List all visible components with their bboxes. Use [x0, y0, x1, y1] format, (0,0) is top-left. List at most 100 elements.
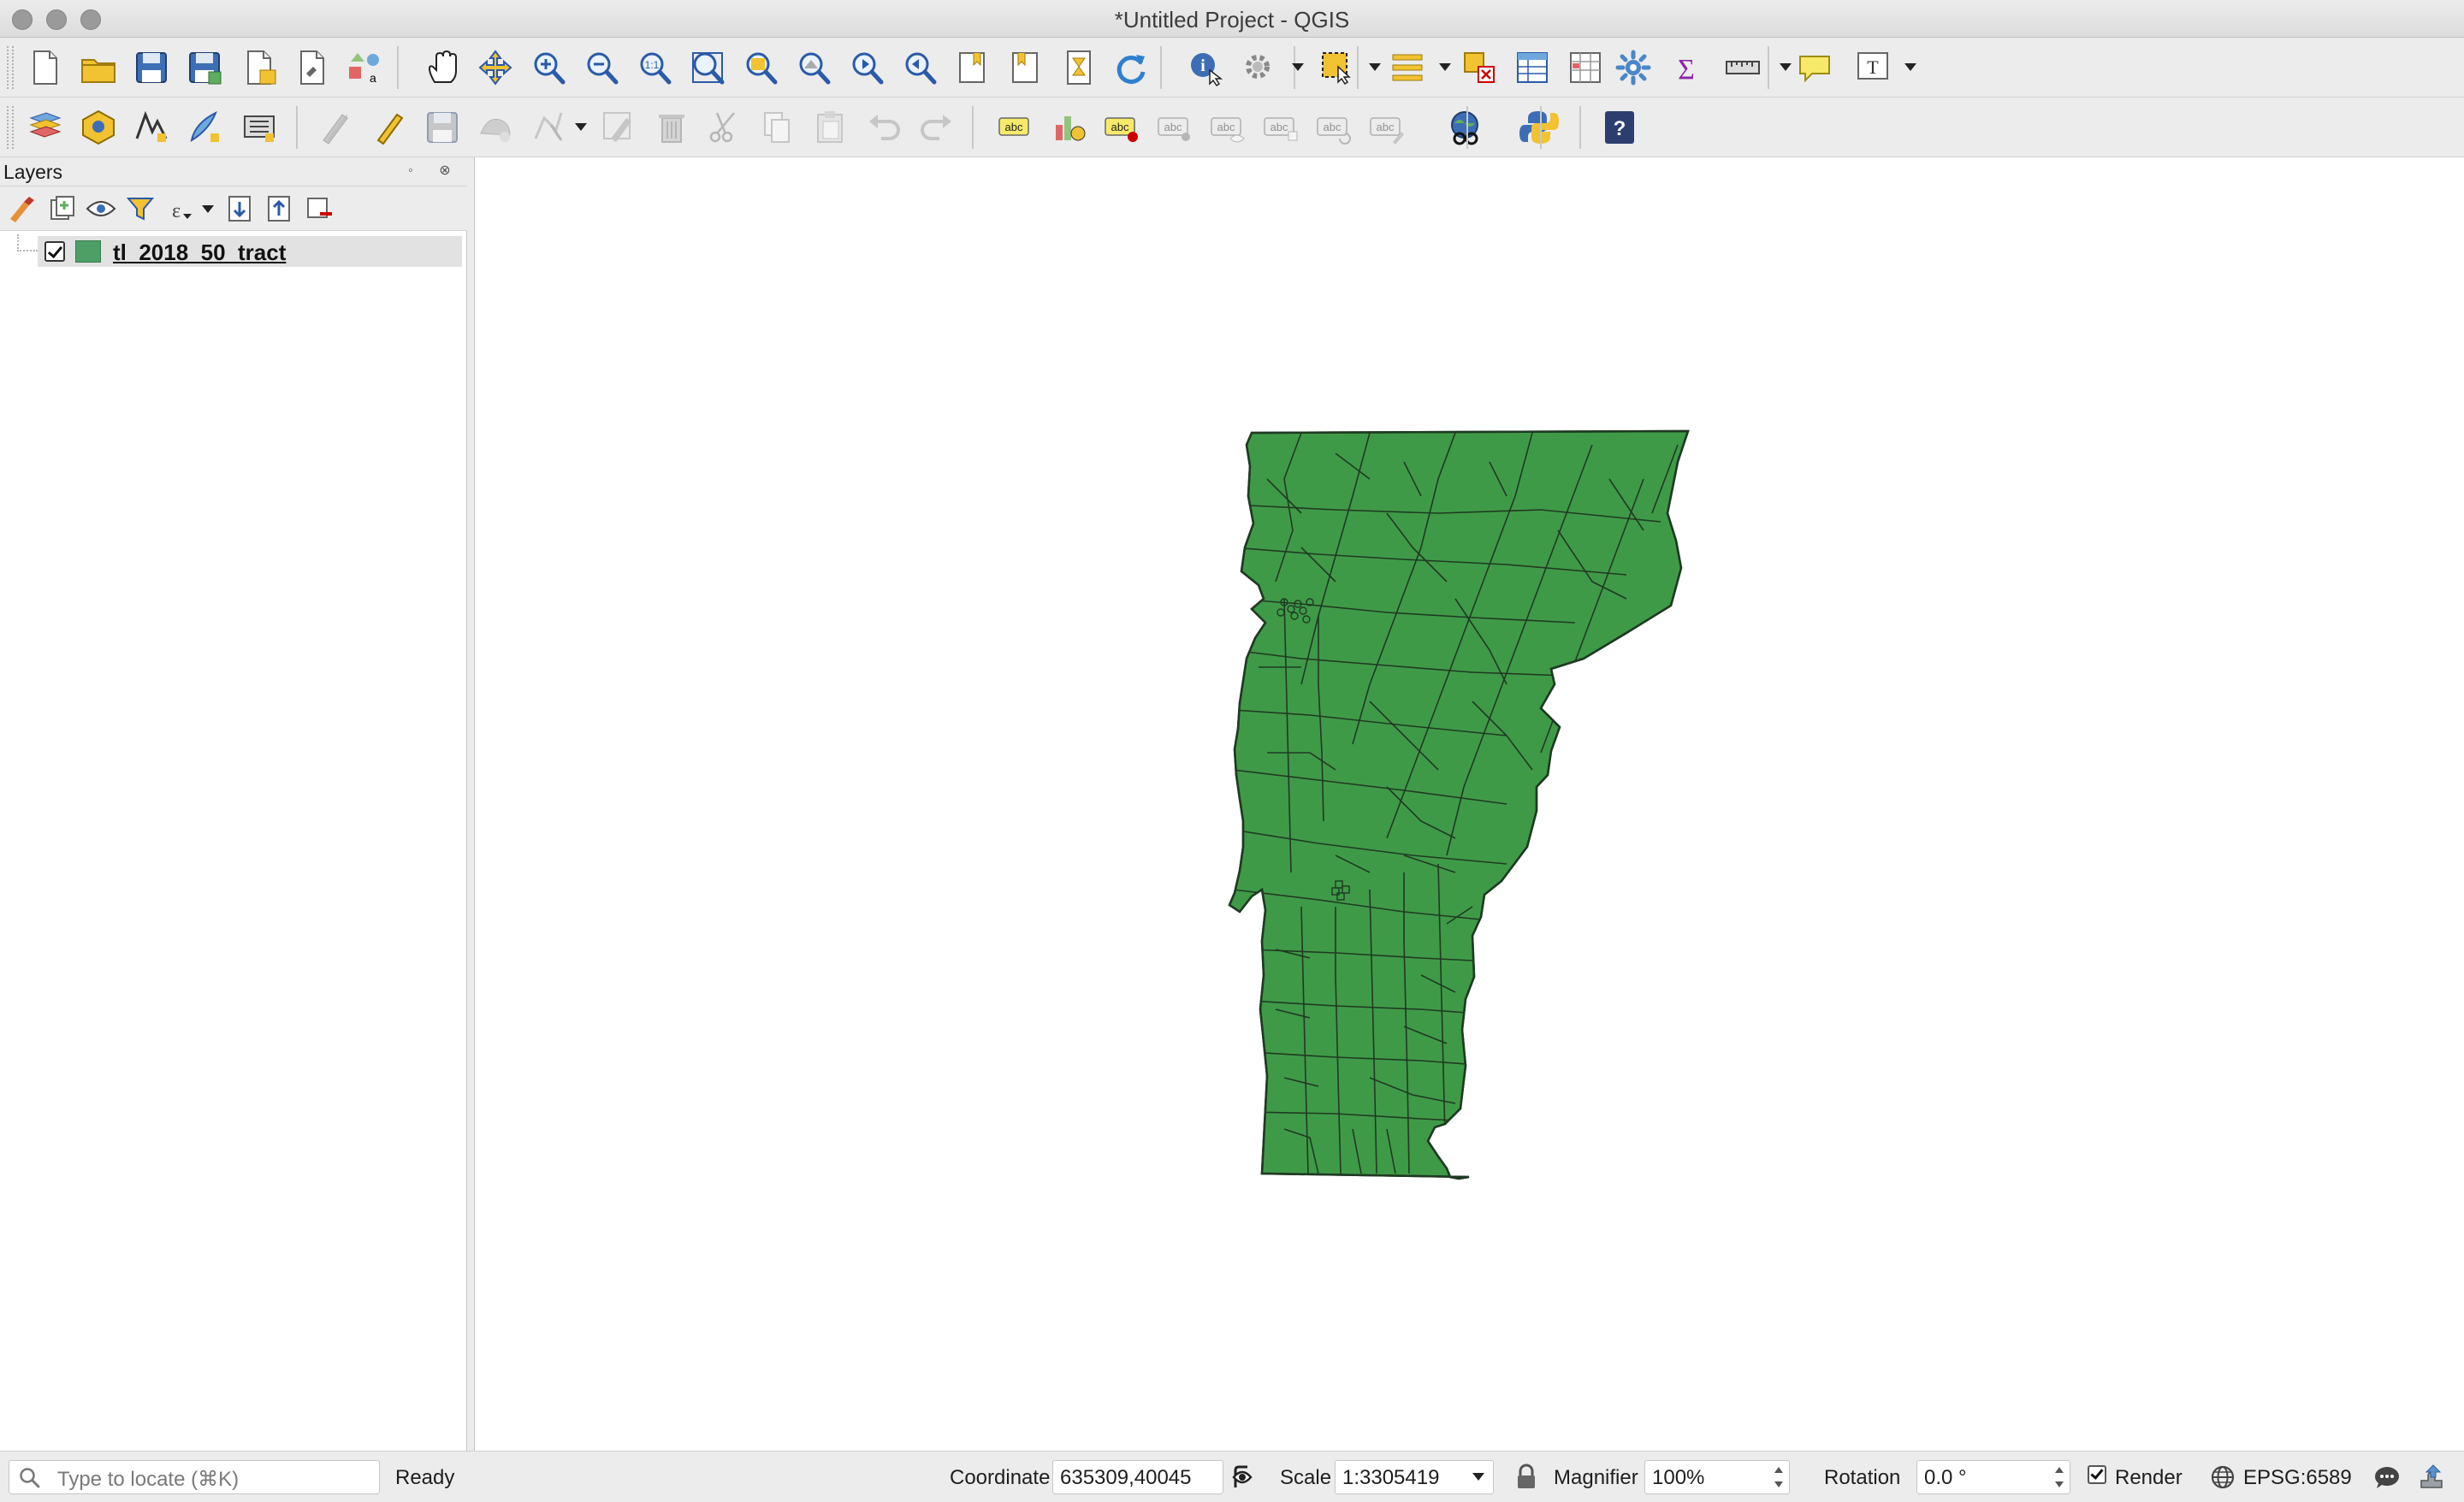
diagram-tool-button[interactable]: [1049, 108, 1088, 147]
lock-icon[interactable]: [1511, 1462, 1542, 1493]
new-virtual-layer-button[interactable]: [240, 108, 279, 147]
zoom-full-button[interactable]: [688, 48, 727, 87]
data-source-manager-button[interactable]: [26, 108, 65, 147]
attribute-table-button[interactable]: [1513, 48, 1552, 87]
style-manager-button[interactable]: a: [344, 48, 383, 87]
zoom-next-button[interactable]: [900, 48, 939, 87]
zoom-to-layer-button[interactable]: [794, 48, 833, 87]
python-console-button[interactable]: [1519, 108, 1559, 147]
style-panel-button[interactable]: [7, 193, 38, 224]
text-annotation-button[interactable]: T: [1853, 48, 1892, 87]
help-button[interactable]: ?: [1600, 108, 1639, 147]
zoom-native-button[interactable]: 1:1: [635, 48, 674, 87]
zoom-in-button[interactable]: [529, 48, 568, 87]
zoom-last-icon: [847, 48, 886, 87]
filter-dropdown[interactable]: [202, 205, 214, 213]
save-edits-button[interactable]: [423, 108, 462, 147]
annotation-dropdown[interactable]: [1904, 63, 1916, 71]
run-action-dropdown[interactable]: [1292, 63, 1304, 71]
expand-all-button[interactable]: [224, 193, 255, 224]
new-temporary-layer-button[interactable]: [185, 108, 224, 147]
select-features-icon: [1318, 48, 1357, 87]
toggle-extents-icon[interactable]: [1227, 1462, 1258, 1493]
rotation-spinbox[interactable]: 0.0 °: [1916, 1460, 2070, 1494]
undo-button[interactable]: [864, 108, 903, 147]
statistics-button[interactable]: Σ: [1667, 48, 1706, 87]
zoom-to-selection-button[interactable]: [741, 48, 780, 87]
save-project-button[interactable]: [132, 48, 171, 87]
copy-features-button[interactable]: [758, 108, 797, 147]
toggle-editing-button[interactable]: [370, 108, 409, 147]
pan-to-selection-button[interactable]: [476, 48, 515, 87]
identify-button[interactable]: i: [1186, 48, 1225, 87]
map-tips-button[interactable]: [1795, 48, 1834, 87]
metasearch-button[interactable]: [1446, 108, 1485, 147]
new-geopackage-layer-button[interactable]: [79, 108, 118, 147]
locator-search[interactable]: Type to locate (⌘K): [9, 1460, 380, 1494]
zoom-last-button[interactable]: [847, 48, 886, 87]
layer-row[interactable]: tl_2018_50_tract: [38, 236, 462, 267]
cut-features-button[interactable]: [705, 108, 744, 147]
save-as-button[interactable]: [185, 48, 224, 87]
magnifier-spinbox[interactable]: 100%: [1644, 1460, 1790, 1494]
temporal-controller-button[interactable]: [1059, 48, 1099, 87]
layout-manager-button[interactable]: [293, 48, 332, 87]
select-features-button[interactable]: [1318, 48, 1357, 87]
messages-icon[interactable]: [2372, 1462, 2402, 1493]
measure-dropdown[interactable]: [1780, 63, 1792, 71]
pin-labels-button[interactable]: abc: [1102, 108, 1141, 147]
move-label-button[interactable]: abc: [1261, 108, 1300, 147]
new-shapefile-layer-button[interactable]: [132, 108, 171, 147]
add-feature-button[interactable]: [476, 108, 515, 147]
rotate-label-button[interactable]: abc: [1314, 108, 1353, 147]
delete-selected-button[interactable]: [652, 108, 691, 147]
redo-button[interactable]: [917, 108, 957, 147]
new-print-layout-button[interactable]: [240, 48, 279, 87]
plugin-updates-icon[interactable]: [2418, 1462, 2449, 1493]
measure-button[interactable]: [1723, 48, 1762, 87]
render-checkbox[interactable]: [2088, 1465, 2106, 1484]
modify-attributes-button[interactable]: [599, 108, 638, 147]
toolbar-grip[interactable]: [7, 46, 14, 89]
spin-arrows-icon[interactable]: [2052, 1464, 2066, 1491]
select-by-value-dropdown[interactable]: [1439, 63, 1451, 71]
pan-button[interactable]: [423, 48, 462, 87]
vertex-tool-dropdown[interactable]: [575, 123, 587, 131]
run-action-button[interactable]: [1239, 48, 1278, 87]
spin-arrows-icon[interactable]: [1772, 1464, 1786, 1491]
label-tool-button[interactable]: abc: [996, 108, 1035, 147]
new-project-button[interactable]: [26, 48, 65, 87]
remove-layer-button[interactable]: [303, 193, 334, 224]
filter-legend-button[interactable]: [125, 193, 156, 224]
filter-by-expression-button[interactable]: ε: [164, 193, 195, 224]
coordinate-field[interactable]: 635309,40045: [1052, 1460, 1223, 1494]
layer-visibility-checkbox[interactable]: [44, 241, 65, 262]
processing-toolbox-button[interactable]: [1614, 48, 1653, 87]
collapse-all-button[interactable]: [264, 193, 294, 224]
vertex-tool-button[interactable]: [529, 108, 568, 147]
paste-features-button[interactable]: [811, 108, 850, 147]
select-dropdown[interactable]: [1369, 63, 1381, 71]
refresh-button[interactable]: [1111, 48, 1150, 87]
change-label-button[interactable]: abc: [1367, 108, 1407, 147]
layer-symbol-swatch[interactable]: [75, 240, 101, 263]
show-bookmarks-button[interactable]: [1006, 48, 1045, 87]
globe-icon[interactable]: [2207, 1462, 2238, 1493]
select-by-value-button[interactable]: [1388, 48, 1427, 87]
current-edits-button[interactable]: [317, 108, 356, 147]
float-panel-button[interactable]: ◦: [404, 164, 418, 178]
zoom-out-button[interactable]: [582, 48, 621, 87]
field-calculator-button[interactable]: [1566, 48, 1605, 87]
toolbar-grip[interactable]: [7, 106, 14, 149]
highlight-pinned-button[interactable]: abc: [1155, 108, 1194, 147]
open-project-button[interactable]: [79, 48, 118, 87]
close-panel-button[interactable]: ⊗: [438, 164, 452, 178]
deselect-button[interactable]: [1460, 48, 1499, 87]
show-hide-labels-button[interactable]: abc: [1208, 108, 1247, 147]
map-canvas[interactable]: [474, 157, 2464, 1451]
scale-combobox[interactable]: 1:3305419: [1335, 1460, 1494, 1494]
add-group-button[interactable]: [46, 193, 77, 224]
crs-button[interactable]: EPSG:6589: [2243, 1466, 2352, 1490]
manage-visibility-button[interactable]: [86, 193, 116, 224]
new-bookmark-button[interactable]: [953, 48, 992, 87]
